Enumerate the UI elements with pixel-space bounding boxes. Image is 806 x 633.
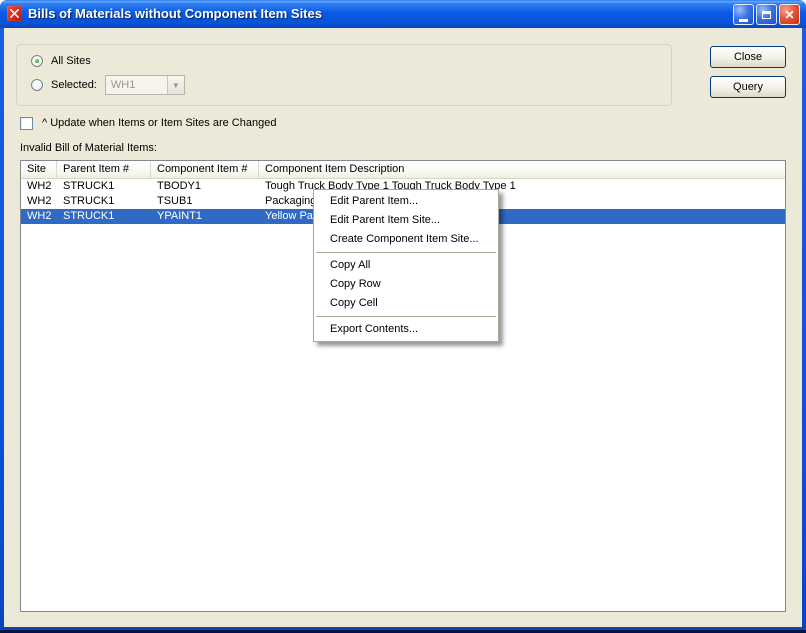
- site-select[interactable]: WH1 ▼: [104, 75, 185, 95]
- dialog-window: Bills of Materials without Component Ite…: [0, 0, 806, 633]
- titlebar[interactable]: Bills of Materials without Component Ite…: [0, 0, 806, 28]
- site-select-value: WH1: [110, 79, 136, 91]
- window-title: Bills of Materials without Component Ite…: [28, 6, 322, 21]
- menu-item-create-component-item-site[interactable]: Create Component Item Site...: [314, 230, 498, 249]
- menu-item-copy-cell[interactable]: Copy Cell: [314, 294, 498, 313]
- context-menu: Edit Parent Item... Edit Parent Item Sit…: [313, 189, 499, 342]
- menu-item-export-contents[interactable]: Export Contents...: [314, 320, 498, 339]
- caption-buttons: ✕: [733, 4, 800, 25]
- close-window-icon[interactable]: ✕: [779, 4, 800, 25]
- all-sites-radio[interactable]: [31, 55, 43, 67]
- update-checkbox-label: ^ Update when Items or Item Sites are Ch…: [42, 117, 277, 129]
- table-caption: Invalid Bill of Material Items:: [20, 142, 157, 154]
- maximize-icon[interactable]: [756, 4, 777, 25]
- column-header-site[interactable]: Site: [21, 161, 57, 178]
- app-icon: [7, 6, 22, 21]
- all-sites-label: All Sites: [51, 55, 91, 67]
- column-header-parent-item[interactable]: Parent Item #: [57, 161, 151, 178]
- column-header-description[interactable]: Component Item Description: [259, 161, 785, 178]
- column-header-component-item[interactable]: Component Item #: [151, 161, 259, 178]
- selected-site-radio[interactable]: [31, 79, 43, 91]
- menu-separator: [316, 252, 496, 253]
- selected-site-option[interactable]: Selected: WH1 ▼: [31, 75, 185, 95]
- chevron-down-icon[interactable]: ▼: [166, 76, 184, 94]
- all-sites-option[interactable]: All Sites: [31, 54, 91, 68]
- sites-groupbox: All Sites Selected: WH1 ▼: [16, 44, 672, 106]
- menu-separator: [316, 316, 496, 317]
- table-header: Site Parent Item # Component Item # Comp…: [21, 161, 785, 179]
- query-button[interactable]: Query: [710, 76, 786, 98]
- menu-item-edit-parent-item[interactable]: Edit Parent Item...: [314, 192, 498, 211]
- selected-site-label: Selected:: [51, 79, 97, 91]
- menu-item-copy-row[interactable]: Copy Row: [314, 275, 498, 294]
- update-checkbox-row[interactable]: ^ Update when Items or Item Sites are Ch…: [20, 116, 276, 130]
- menu-item-edit-parent-item-site[interactable]: Edit Parent Item Site...: [314, 211, 498, 230]
- minimize-icon[interactable]: [733, 4, 754, 25]
- update-checkbox[interactable]: [20, 116, 33, 130]
- close-button[interactable]: Close: [710, 46, 786, 68]
- menu-item-copy-all[interactable]: Copy All: [314, 256, 498, 275]
